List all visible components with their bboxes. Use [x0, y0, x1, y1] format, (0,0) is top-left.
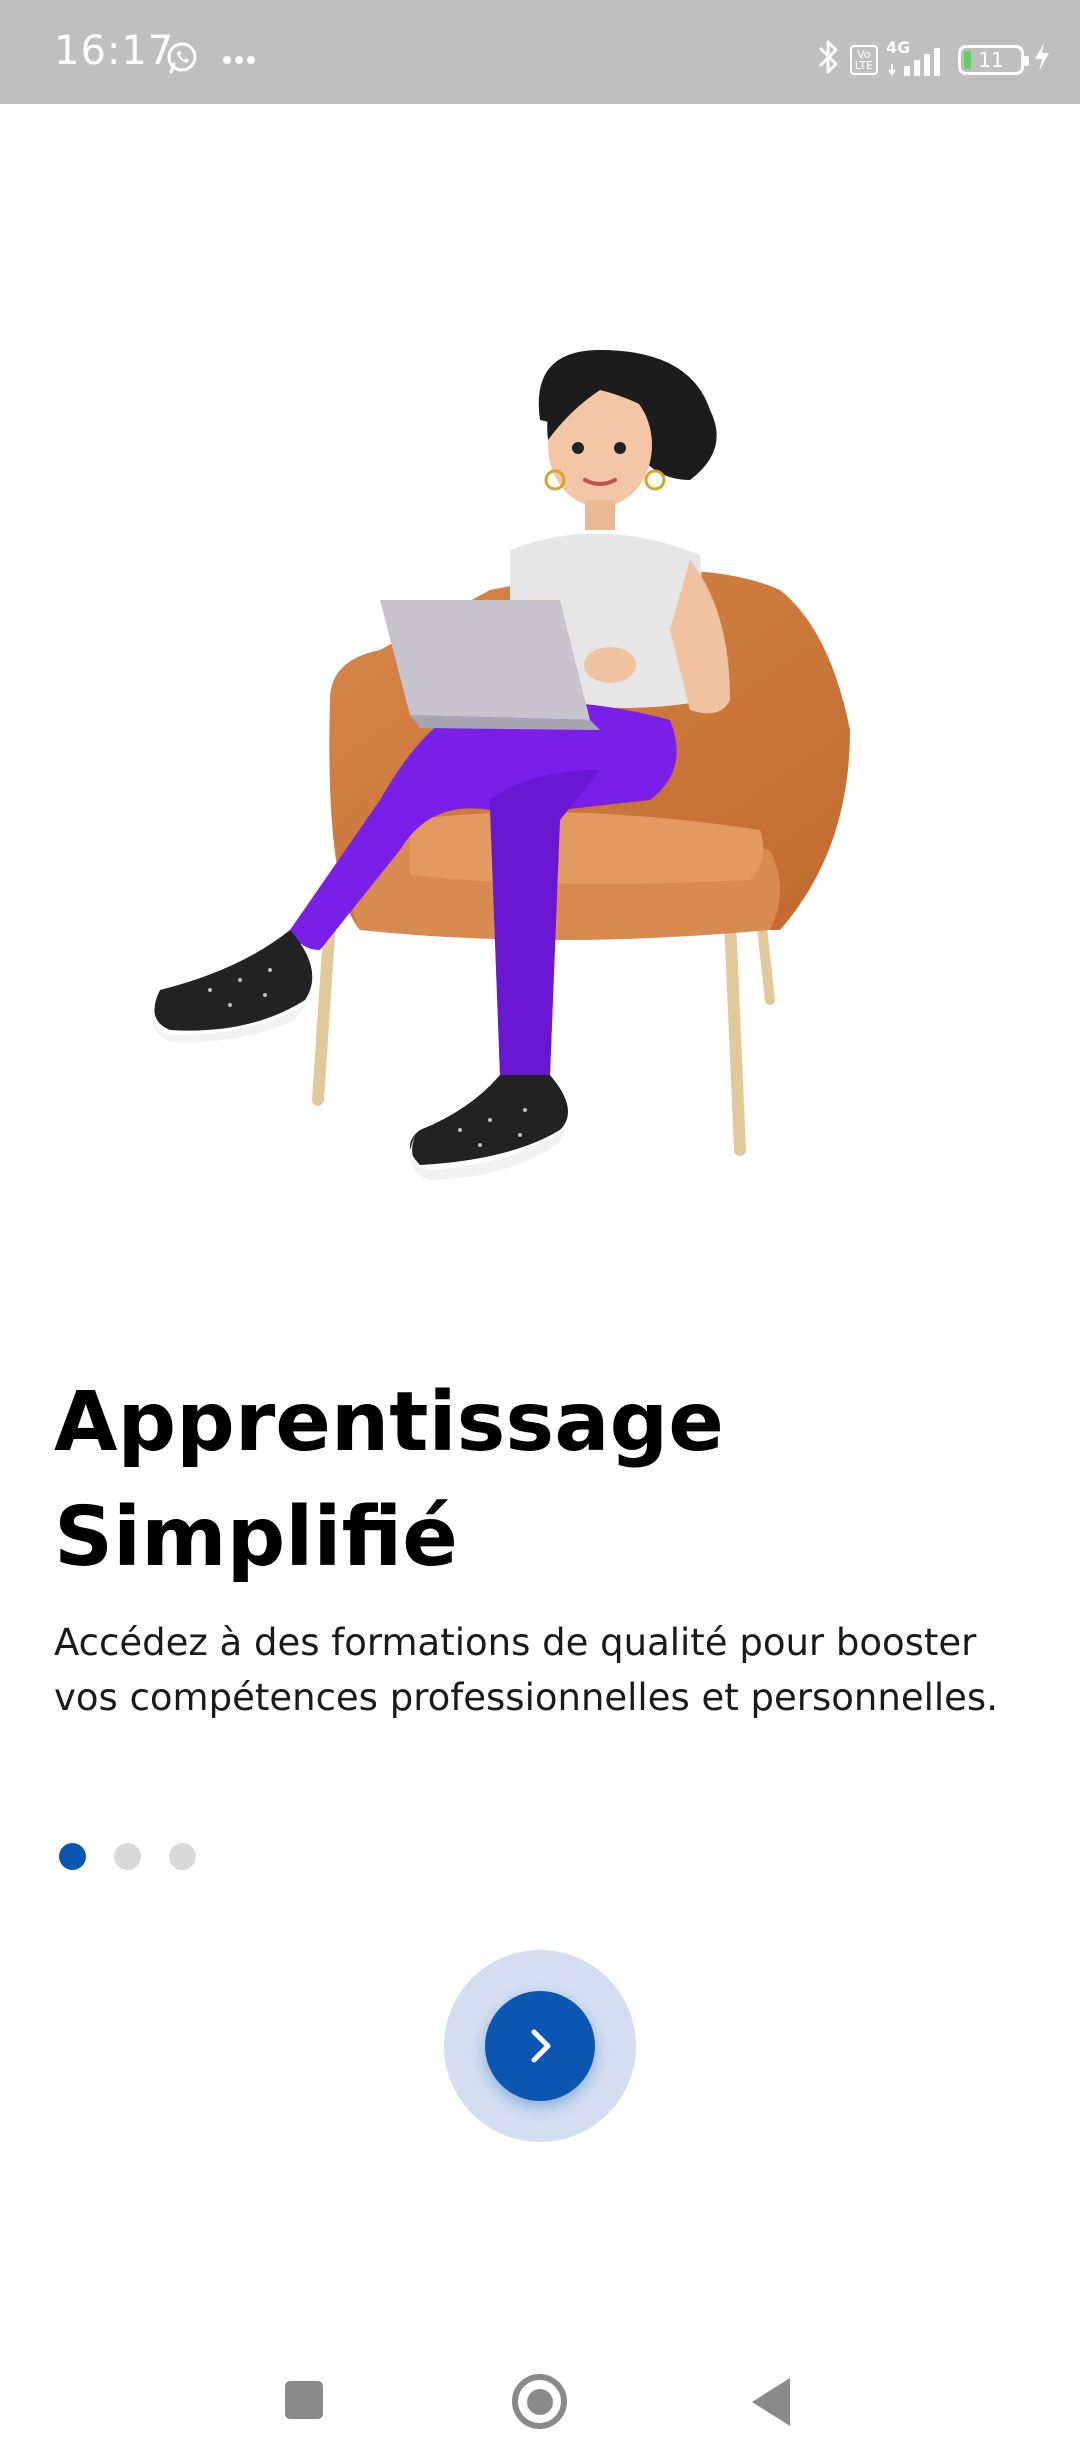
bluetooth-icon — [816, 38, 842, 81]
page-indicator — [59, 1843, 196, 1870]
next-button[interactable] — [444, 1950, 636, 2142]
status-time: 16:17 — [54, 28, 175, 74]
page-dot-2 — [114, 1843, 141, 1870]
volte-bottom: LTE — [854, 58, 873, 72]
battery-level: 11 — [978, 47, 1004, 72]
woman-with-laptop-illustration — [152, 350, 850, 1180]
title-line-2: Simplifié — [54, 1490, 458, 1585]
page-dot-3 — [169, 1843, 196, 1870]
charging-icon — [1032, 41, 1052, 78]
chevron-right-icon — [531, 2029, 551, 2063]
onboarding-description: Accédez à des formations de qualité pour… — [54, 1621, 998, 1719]
title-line-1: Apprentissage — [54, 1375, 724, 1470]
battery-icon: 11 — [958, 44, 1029, 75]
volte-icon: Vo LTE — [849, 44, 878, 75]
signal-icon: 4G — [886, 38, 950, 78]
more-dots-icon — [222, 52, 256, 70]
onboarding-title: Apprentissage Simplifié — [54, 1365, 1014, 1595]
home-circle-icon[interactable] — [512, 2374, 567, 2429]
navigation-bar — [0, 2340, 1080, 2460]
page-dot-1 — [59, 1843, 86, 1870]
whatsapp-icon — [164, 40, 200, 81]
status-bar: 16:17 Vo LTE 4G 11 — [0, 0, 1080, 104]
status-left-icons — [164, 40, 256, 81]
status-right-icons: Vo LTE 4G 11 — [816, 38, 1052, 81]
recents-square-icon[interactable] — [285, 2381, 323, 2419]
next-button-core[interactable] — [485, 1991, 595, 2101]
back-triangle-icon[interactable] — [752, 2378, 790, 2426]
